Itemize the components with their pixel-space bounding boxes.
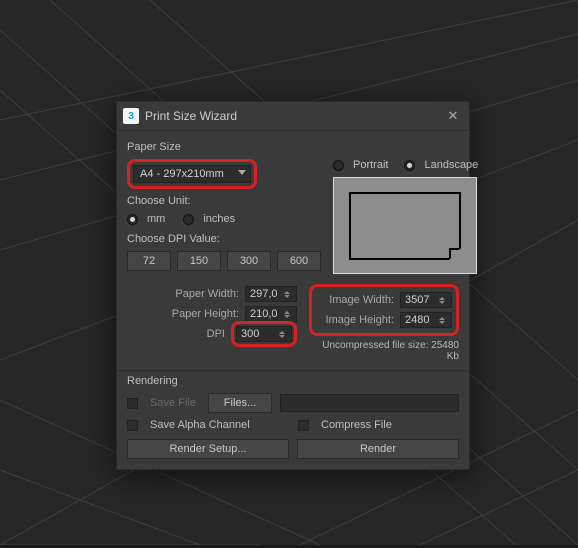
render-setup-button[interactable]: Render Setup... — [127, 439, 289, 459]
dpi-label: DPI — [147, 328, 225, 340]
paper-size-dropdown[interactable]: A4 - 297x210mm — [133, 165, 251, 183]
save-alpha-checkbox[interactable] — [127, 420, 138, 431]
dpi-value: 300 — [241, 328, 259, 340]
choose-dpi-label: Choose DPI Value: — [127, 233, 321, 245]
save-alpha-label: Save Alpha Channel — [150, 419, 290, 431]
unit-inches-label: inches — [203, 213, 235, 225]
uncompressed-size-label: Uncompressed file size: 25480 Kb — [309, 340, 459, 362]
dpi-highlight: 300 — [231, 321, 297, 347]
print-size-wizard-dialog: 3 Print Size Wizard ✕ Paper Size A4 - 29… — [116, 101, 470, 470]
divider — [117, 370, 469, 371]
paper-width-label: Paper Width: — [161, 288, 239, 300]
unit-mm-radio[interactable] — [127, 214, 138, 225]
dpi-600-button[interactable]: 600 — [277, 251, 321, 271]
landscape-label: Landscape — [424, 159, 478, 171]
file-path-field[interactable] — [280, 394, 459, 412]
save-file-checkbox[interactable] — [127, 398, 138, 409]
files-button[interactable]: Files... — [208, 393, 272, 413]
save-file-label: Save File — [150, 397, 200, 409]
image-height-spinner[interactable]: 2480 — [400, 312, 452, 328]
compress-file-checkbox[interactable] — [298, 420, 309, 431]
paper-width-value: 297,0 — [250, 288, 278, 300]
paper-height-spinner[interactable]: 210,0 — [245, 306, 297, 322]
choose-unit-label: Choose Unit: — [127, 195, 321, 207]
compress-file-label: Compress File — [321, 419, 392, 431]
rendering-label: Rendering — [127, 375, 459, 387]
paper-size-highlight: A4 - 297x210mm — [127, 159, 257, 189]
image-width-label: Image Width: — [316, 294, 394, 306]
paper-size-value: A4 - 297x210mm — [140, 168, 224, 180]
page-preview — [333, 177, 477, 274]
titlebar[interactable]: 3 Print Size Wizard ✕ — [117, 102, 469, 131]
paper-height-label: Paper Height: — [161, 308, 239, 320]
close-button[interactable]: ✕ — [443, 106, 463, 126]
dpi-72-button[interactable]: 72 — [127, 251, 171, 271]
image-height-label: Image Height: — [316, 314, 394, 326]
image-width-value: 3507 — [405, 294, 429, 306]
dpi-150-button[interactable]: 150 — [177, 251, 221, 271]
chevron-down-icon — [238, 170, 246, 175]
image-size-highlight: Image Width: 3507 Image Height: 2480 — [309, 284, 459, 336]
render-button[interactable]: Render — [297, 439, 459, 459]
unit-inches-radio[interactable] — [183, 214, 194, 225]
dpi-300-button[interactable]: 300 — [227, 251, 271, 271]
page-preview-rect — [349, 192, 461, 260]
window-title: Print Size Wizard — [145, 109, 443, 123]
paper-height-value: 210,0 — [250, 308, 278, 320]
unit-mm-label: mm — [147, 213, 165, 225]
image-width-spinner[interactable]: 3507 — [400, 292, 452, 308]
portrait-radio[interactable] — [333, 160, 344, 171]
paper-size-label: Paper Size — [127, 141, 459, 153]
image-height-value: 2480 — [405, 314, 429, 326]
paper-width-spinner[interactable]: 297,0 — [245, 286, 297, 302]
landscape-radio[interactable] — [404, 160, 415, 171]
portrait-label: Portrait — [353, 159, 388, 171]
app-icon: 3 — [123, 108, 139, 124]
dpi-spinner[interactable]: 300 — [236, 326, 292, 342]
